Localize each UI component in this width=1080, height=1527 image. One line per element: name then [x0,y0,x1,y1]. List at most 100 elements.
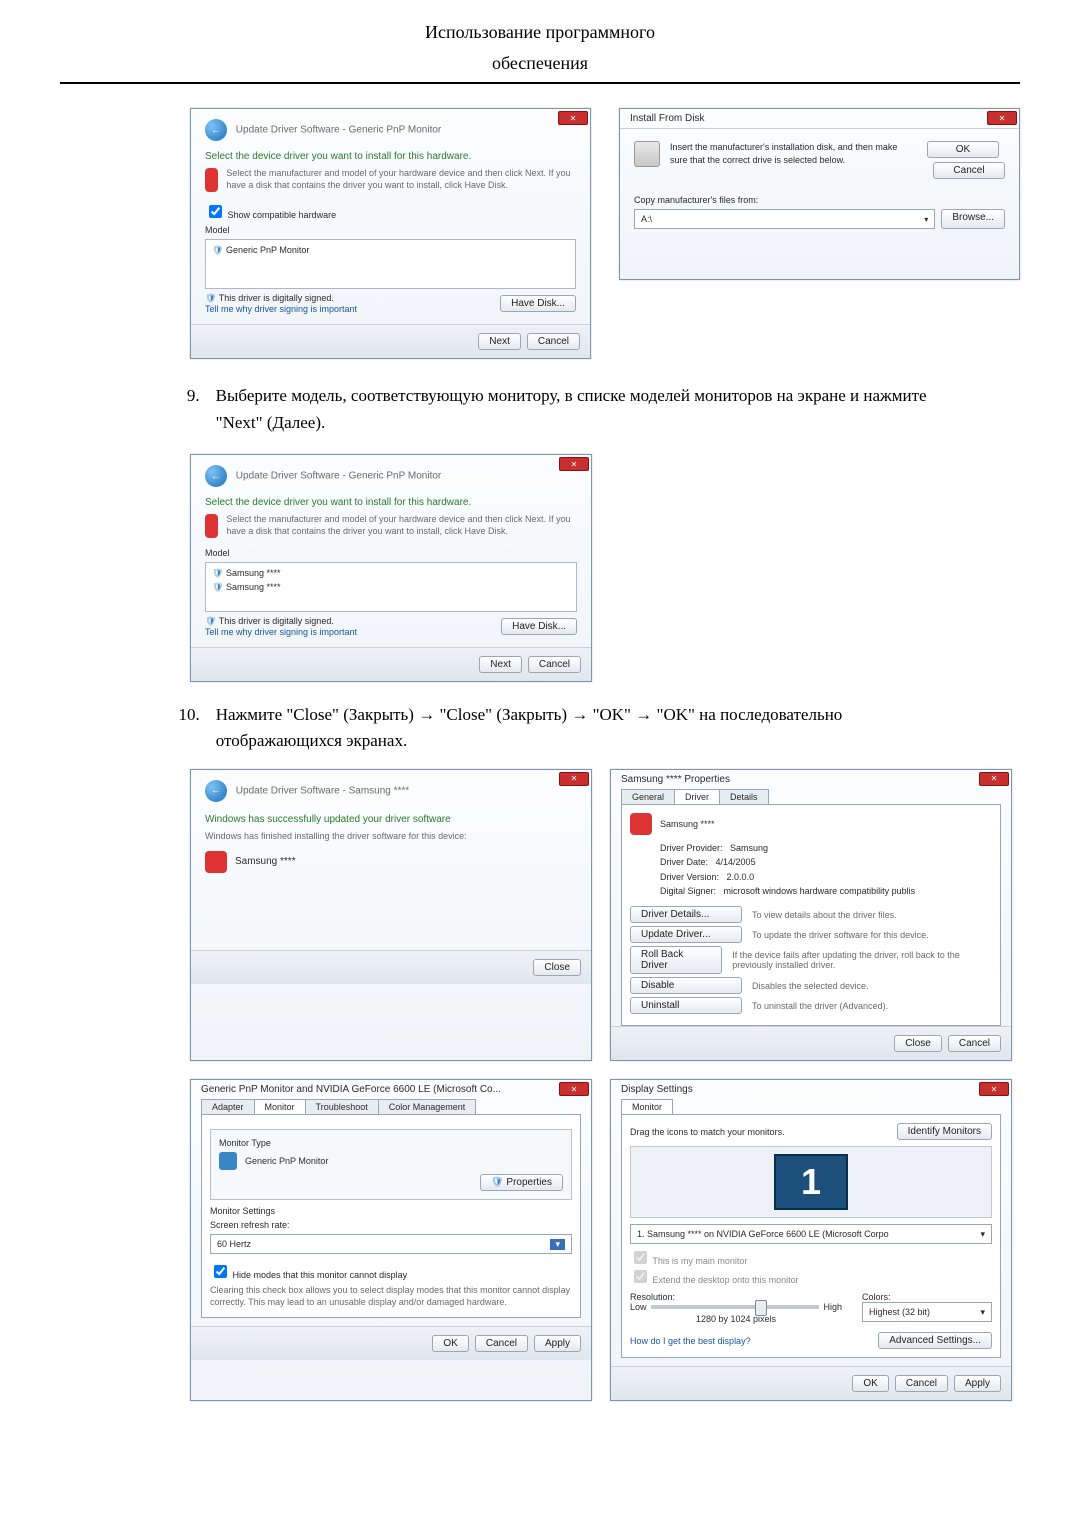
monitor-name: Generic PnP Monitor [245,1156,328,1166]
best-display-link[interactable]: How do I get the best display? [630,1336,751,1346]
close-icon[interactable]: ✕ [987,111,1017,125]
tab-driver[interactable]: Driver [674,789,720,804]
slider-high: High [823,1302,842,1312]
hint-text: Select the manufacturer and model of you… [226,168,576,192]
update-driver-window-2: ✕ ← Update Driver Software - Generic PnP… [190,454,592,682]
signing-link[interactable]: Tell me why driver signing is important [205,304,357,314]
section-label: Monitor Type [219,1138,563,1148]
next-button[interactable]: Next [478,333,521,350]
step-10: 10. Нажмите "Close" (Закрыть) → "Close" … [178,702,960,755]
driver-details-button[interactable]: Driver Details... [630,906,742,923]
advanced-button[interactable]: Advanced Settings... [878,1332,992,1349]
close-icon[interactable]: ✕ [979,1082,1009,1096]
hint-text: Windows has finished installing the driv… [205,831,577,841]
rollback-button[interactable]: Roll Back Driver [630,946,722,974]
tab-details[interactable]: Details [719,789,769,804]
tab-general[interactable]: General [621,789,675,804]
device-name: Samsung **** [660,819,715,829]
desc: To view details about the driver files. [752,910,897,920]
close-icon[interactable]: ✕ [558,111,588,125]
ok-button[interactable]: OK [432,1335,468,1352]
model-list[interactable]: 🛡 Generic PnP Monitor [205,239,576,289]
install-from-disk-window: ✕ Install From Disk Insert the manufactu… [619,108,1020,280]
driver-icon [205,514,218,538]
colors-label: Colors: [862,1292,992,1302]
have-disk-button[interactable]: Have Disk... [500,295,576,312]
slider-low: Low [630,1302,647,1312]
value: 2.0.0.0 [727,872,755,882]
cancel-button[interactable]: Cancel [895,1375,948,1392]
monitor-select[interactable]: 1. Samsung **** on NVIDIA GeForce 6600 L… [630,1224,992,1244]
main-monitor-checkbox: This is my main monitor [630,1248,992,1267]
close-icon[interactable]: ✕ [559,772,589,786]
close-button[interactable]: Close [894,1035,942,1052]
section-label: Monitor Settings [210,1206,572,1216]
shield-icon: 🛡 [212,582,223,592]
tab-monitor[interactable]: Monitor [621,1099,673,1114]
header-rule [60,82,1020,84]
value: microsoft windows hardware compatibility… [724,886,916,896]
cancel-button[interactable]: Cancel [528,656,581,673]
disk-icon [634,141,660,167]
path-input[interactable]: A:\▾ [634,209,935,229]
cancel-button[interactable]: Cancel [948,1035,1001,1052]
tab-adapter[interactable]: Adapter [201,1099,255,1114]
refresh-select[interactable]: 60 Hertz▾ [210,1234,572,1254]
monitor-properties-window: ✕ Generic PnP Monitor and NVIDIA GeForce… [190,1079,592,1401]
back-icon[interactable]: ← [205,119,227,141]
identify-button[interactable]: Identify Monitors [897,1123,992,1140]
window-title: Install From Disk [620,109,1019,129]
close-button[interactable]: Close [533,959,581,976]
properties-button[interactable]: 🛡 Properties [480,1174,563,1191]
window-title: Samsung **** Properties [611,770,1011,789]
hide-desc: Clearing this check box allows you to se… [210,1285,572,1308]
colors-select[interactable]: Highest (32 bit)▾ [862,1302,992,1322]
desc: If the device fails after updating the d… [732,950,992,970]
device-name: Samsung **** [235,856,296,867]
copy-label: Copy manufacturer's files from: [634,195,1005,205]
close-icon[interactable]: ✕ [979,772,1009,786]
hint-text: Select the manufacturer and model of you… [226,514,577,538]
close-icon[interactable]: ✕ [559,1082,589,1096]
monitor-icon [205,851,227,873]
show-compat-checkbox[interactable]: Show compatible hardware [205,210,336,220]
heading: Windows has successfully updated your dr… [205,814,577,825]
refresh-label: Screen refresh rate: [210,1220,572,1230]
monitor-icon [630,813,652,835]
next-button[interactable]: Next [479,656,522,673]
shield-icon: 🛡 [205,293,216,303]
uninstall-button[interactable]: Uninstall [630,997,742,1014]
cancel-button[interactable]: Cancel [933,162,1005,179]
close-icon[interactable]: ✕ [559,457,589,471]
tab-troubleshoot[interactable]: Troubleshoot [305,1099,379,1114]
monitor-preview[interactable]: 1 [630,1146,992,1218]
res-label: Resolution: [630,1292,842,1302]
apply-button[interactable]: Apply [534,1335,581,1352]
tab-monitor[interactable]: Monitor [254,1099,306,1114]
hide-modes-checkbox[interactable]: Hide modes that this monitor cannot disp… [210,1262,572,1281]
cancel-button[interactable]: Cancel [475,1335,528,1352]
window-title: Update Driver Software - Samsung **** [236,785,409,796]
apply-button[interactable]: Apply [954,1375,1001,1392]
ok-button[interactable]: OK [927,141,999,158]
desc: Disables the selected device. [752,981,869,991]
have-disk-button[interactable]: Have Disk... [501,618,577,635]
model-list[interactable]: 🛡 Samsung **** 🛡 Samsung **** [205,562,577,612]
back-icon[interactable]: ← [205,465,227,487]
signing-link[interactable]: Tell me why driver signing is important [205,627,357,637]
drag-label: Drag the icons to match your monitors. [630,1127,785,1137]
disable-button[interactable]: Disable [630,977,742,994]
res-value: 1280 by 1024 pixels [630,1314,842,1324]
desc: To uninstall the driver (Advanced). [752,1001,888,1011]
window-title: Display Settings [611,1080,1011,1099]
cancel-button[interactable]: Cancel [527,333,580,350]
ok-button[interactable]: OK [852,1375,888,1392]
back-icon[interactable]: ← [205,780,227,802]
update-driver-button[interactable]: Update Driver... [630,926,742,943]
window-title: Generic PnP Monitor and NVIDIA GeForce 6… [191,1080,591,1099]
tab-color[interactable]: Color Management [378,1099,477,1114]
disk-msg: Insert the manufacturer's installation d… [670,141,917,166]
resolution-slider[interactable] [651,1305,820,1309]
value: Samsung [730,843,768,853]
browse-button[interactable]: Browse... [941,209,1005,229]
